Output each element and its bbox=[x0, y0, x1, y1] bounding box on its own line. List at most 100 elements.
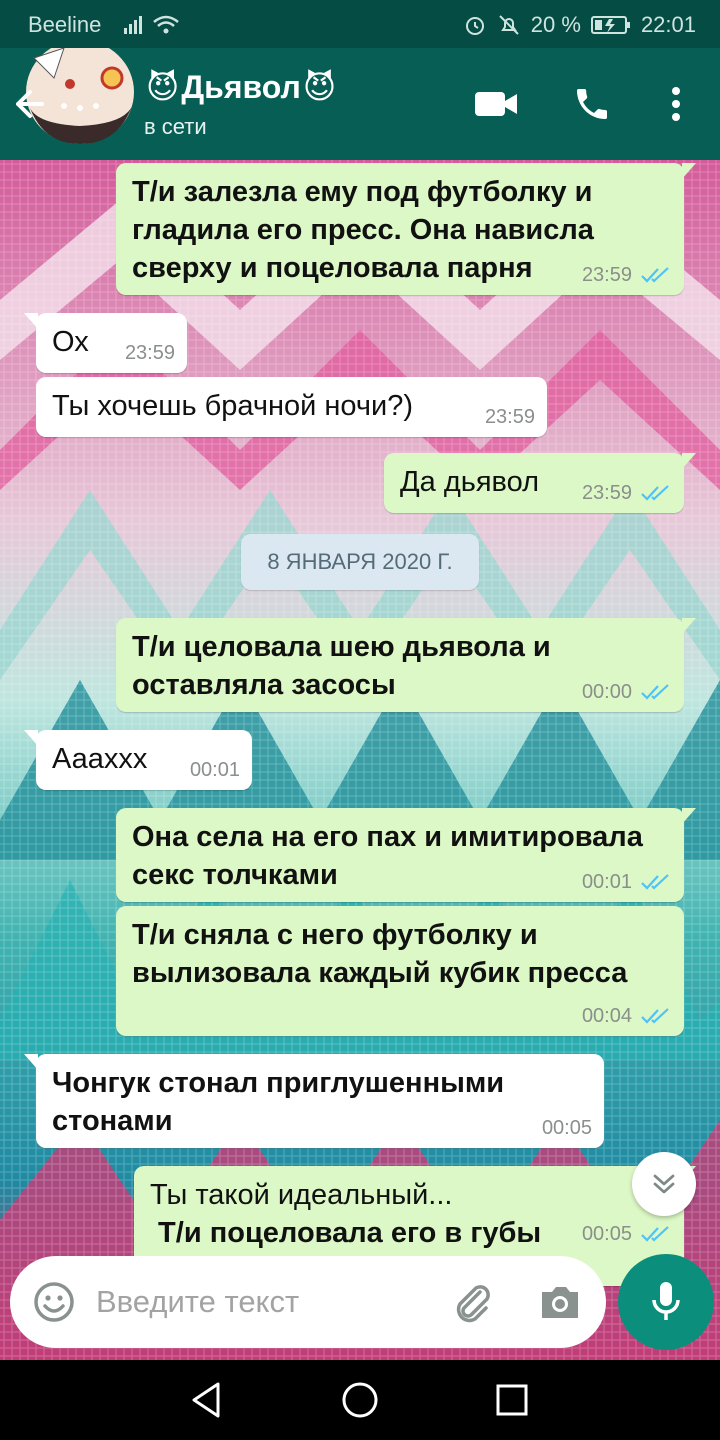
voice-call-button[interactable] bbox=[568, 82, 616, 126]
message-time: 23:59 bbox=[484, 406, 535, 428]
more-vert-icon bbox=[672, 87, 680, 121]
message-line: гладила его пресс. Она нависла bbox=[132, 214, 594, 246]
message-meta: 23:59 bbox=[582, 481, 672, 505]
scroll-to-bottom-button[interactable] bbox=[632, 1152, 696, 1216]
back-arrow-icon[interactable] bbox=[12, 86, 44, 122]
message-text: Ты такой идеальный... Т/и поцеловала его… bbox=[150, 1176, 541, 1252]
bubble-tail bbox=[682, 163, 696, 179]
message-meta: 00:05 bbox=[542, 1116, 592, 1140]
message-line: Т/и поцеловала его в губы bbox=[150, 1217, 542, 1249]
alarm-icon bbox=[465, 17, 484, 35]
message-line: Да дьявол bbox=[400, 466, 540, 498]
message-bubble-incoming[interactable]: Ох 23:59 bbox=[24, 313, 187, 373]
message-bubble-outgoing[interactable]: Т/и залезла ему под футболку и гладила е… bbox=[116, 163, 696, 295]
message-bubble-incoming[interactable]: Аааххх 00:01 bbox=[24, 730, 252, 790]
carrier-label: Beeline bbox=[28, 12, 102, 37]
signal-wifi-icon bbox=[124, 15, 179, 34]
double-check-icon bbox=[641, 267, 669, 283]
video-camera-icon bbox=[475, 92, 517, 116]
message-bubble-incoming[interactable]: Ты хочешь брачной ночи?) 23:59 bbox=[36, 377, 547, 437]
devil-emoji-icon: 😈 bbox=[146, 69, 180, 105]
message-time: 23:59 bbox=[581, 264, 632, 286]
back-triangle-icon[interactable] bbox=[186, 1378, 230, 1422]
composer-pill bbox=[10, 1256, 606, 1348]
message-meta: 00:00 bbox=[582, 680, 672, 704]
message-time: 00:00 bbox=[581, 681, 632, 703]
double-check-icon bbox=[641, 684, 669, 700]
message-bubble-outgoing[interactable]: Т/и целовала шею дьявола и оставляла зас… bbox=[116, 618, 696, 712]
bubble-tail bbox=[24, 1054, 38, 1070]
message-line: Ох bbox=[52, 326, 89, 358]
message-line: вылизовала каждый кубик пресса bbox=[132, 957, 628, 989]
message-time: 23:59 bbox=[581, 482, 632, 504]
message-text: Ох bbox=[52, 323, 89, 361]
contact-name-text: Дьявол bbox=[181, 68, 301, 105]
double-check-icon bbox=[641, 874, 669, 890]
message-text: Т/и целовала шею дьявола и оставляла зас… bbox=[132, 628, 551, 704]
battery-percent: 20 % bbox=[530, 12, 581, 37]
message-line: Она села на его пах и имитировала bbox=[132, 821, 643, 853]
menu-button[interactable] bbox=[652, 82, 700, 126]
voice-record-button[interactable] bbox=[618, 1254, 714, 1350]
message-meta: 00:04 bbox=[582, 1004, 672, 1028]
double-check-icon bbox=[641, 1008, 669, 1024]
contact-name[interactable]: 😈 Дьявол 😈 bbox=[146, 68, 336, 106]
message-text: Аааххх bbox=[52, 740, 147, 778]
message-text: Ты хочешь брачной ночи?) bbox=[52, 387, 413, 425]
message-line: стонами bbox=[52, 1105, 173, 1137]
status-bar: Beeline 20 % 22:01 bbox=[0, 0, 720, 48]
message-time: 00:04 bbox=[581, 1005, 632, 1027]
message-bubble-outgoing[interactable]: Т/и сняла с него футболку и вылизовала к… bbox=[116, 906, 684, 1036]
battery-icon bbox=[590, 16, 630, 34]
message-meta: 23:59 bbox=[485, 405, 535, 429]
message-text: Чонгук стонал приглушенными стонами bbox=[52, 1064, 504, 1140]
message-meta: 00:05 bbox=[582, 1222, 672, 1246]
message-text: Т/и залезла ему под футболку и гладила е… bbox=[132, 173, 594, 287]
clock: 22:01 bbox=[640, 12, 696, 37]
double-chevron-down-icon bbox=[653, 1174, 675, 1194]
video-call-button[interactable] bbox=[472, 82, 520, 126]
message-text: Т/и сняла с него футболку и вылизовала к… bbox=[132, 916, 627, 992]
message-line: Чонгук стонал приглушенными bbox=[52, 1067, 505, 1099]
double-check-icon bbox=[641, 1226, 669, 1242]
message-time: 00:05 bbox=[541, 1117, 592, 1139]
message-meta: 00:01 bbox=[582, 870, 672, 894]
chat-header: 😈 Дьявол 😈 в сети bbox=[0, 48, 720, 160]
chat-area[interactable]: Т/и залезла ему под футболку и гладила е… bbox=[0, 160, 720, 1360]
message-line: Ты такой идеальный... bbox=[150, 1179, 453, 1211]
message-time: 00:05 bbox=[581, 1223, 632, 1245]
message-meta: 23:59 bbox=[582, 263, 672, 287]
message-time: 00:01 bbox=[581, 871, 632, 893]
system-nav-bar bbox=[0, 1360, 720, 1440]
message-text: Да дьявол bbox=[400, 463, 539, 501]
camera-icon[interactable] bbox=[536, 1278, 584, 1326]
message-line: Т/и целовала шею дьявола и bbox=[132, 631, 551, 663]
message-meta: 23:59 bbox=[125, 341, 175, 365]
emoji-icon[interactable] bbox=[30, 1278, 78, 1326]
recents-square-icon[interactable] bbox=[490, 1378, 534, 1422]
paperclip-icon[interactable] bbox=[448, 1278, 496, 1326]
message-line: сверху и поцеловала парня bbox=[132, 252, 533, 284]
date-separator: 8 ЯНВАРЯ 2020 Г. bbox=[241, 534, 479, 590]
message-bubble-outgoing[interactable]: Да дьявол 23:59 bbox=[384, 453, 696, 513]
phone-icon bbox=[577, 89, 607, 119]
message-time: 00:01 bbox=[189, 759, 240, 781]
bubble-tail bbox=[682, 453, 696, 469]
status-right: 20 % 22:01 bbox=[463, 12, 696, 38]
message-bubble-outgoing[interactable]: Она села на его пах и имитировала секс т… bbox=[116, 808, 696, 902]
devil-emoji-icon: 😈 bbox=[302, 69, 337, 105]
message-bubble-incoming[interactable]: Чонгук стонал приглушенными стонами 00:0… bbox=[24, 1054, 604, 1148]
home-circle-icon[interactable] bbox=[338, 1378, 382, 1422]
composer-bar bbox=[0, 1248, 720, 1360]
message-meta: 00:01 bbox=[190, 758, 240, 782]
bubble-tail bbox=[24, 730, 38, 746]
message-input[interactable] bbox=[96, 1276, 416, 1328]
message-line: Ты хочешь брачной ночи?) bbox=[52, 390, 414, 422]
message-line: оставляла засосы bbox=[132, 669, 396, 701]
bubble-tail bbox=[682, 808, 696, 824]
message-text: Она села на его пах и имитировала секс т… bbox=[132, 818, 643, 894]
bubble-tail bbox=[24, 313, 38, 329]
message-line: Аааххх bbox=[52, 743, 148, 775]
microphone-icon bbox=[652, 1282, 680, 1320]
bubble-tail bbox=[682, 618, 696, 634]
